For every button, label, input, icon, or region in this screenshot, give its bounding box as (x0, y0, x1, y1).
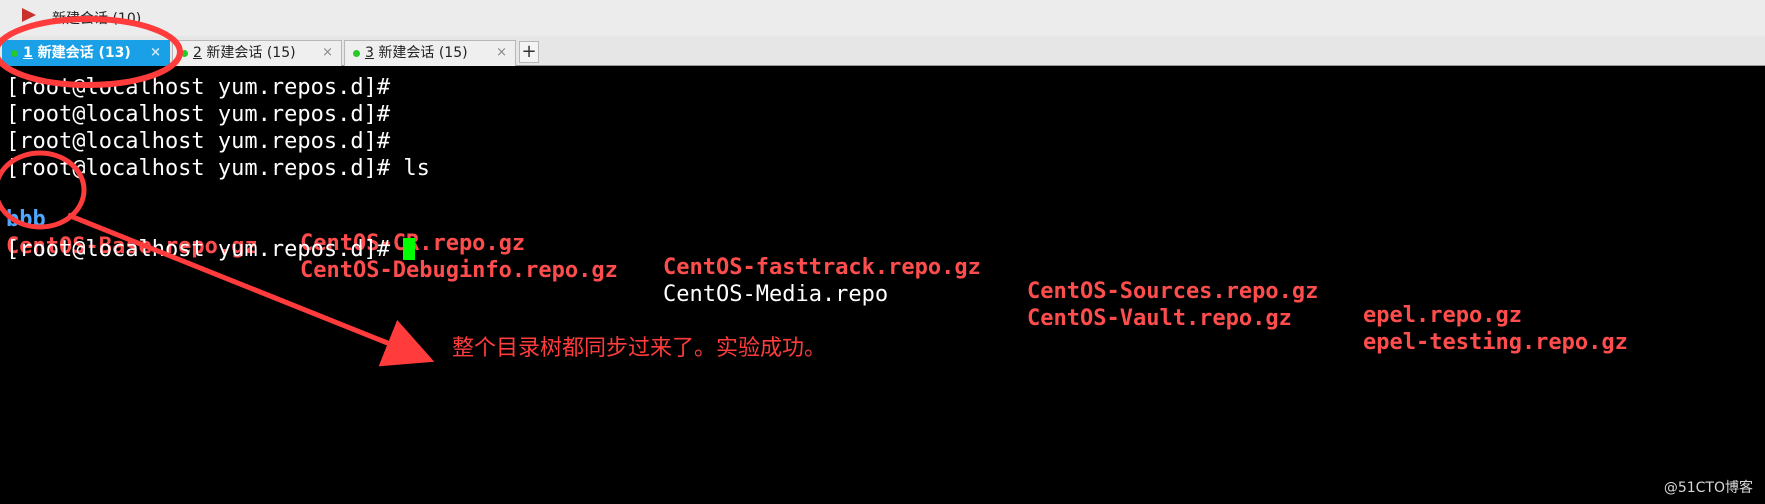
terminal-output[interactable]: [root@localhost yum.repos.d]# [root@loca… (0, 66, 1765, 504)
connected-status-icon (181, 50, 188, 57)
title-bar: 新建会话 (10) (0, 0, 1765, 36)
watermark: @51CTO博客 (1663, 480, 1753, 496)
file-entry: epel-testing.repo.gz (1363, 330, 1628, 355)
new-tab-button[interactable]: + (519, 41, 539, 63)
tab-label: 3 新建会话 (15) (365, 45, 468, 61)
connected-status-icon (11, 50, 18, 57)
terminal-cursor (403, 238, 416, 260)
window-title: 新建会话 (10) (52, 11, 142, 27)
close-icon[interactable]: × (150, 41, 161, 65)
terminal-line: [root@localhost yum.repos.d]# ls (6, 156, 430, 181)
tab-label: 1 新建会话 (13) (23, 45, 131, 61)
app-icon (22, 8, 36, 22)
terminal-line: [root@localhost yum.repos.d]# (6, 129, 391, 154)
tab-label: 2 新建会话 (15) (193, 45, 296, 61)
terminal-line: [root@localhost yum.repos.d]# (6, 75, 391, 100)
terminal-line: [root@localhost yum.repos.d]# (6, 102, 391, 127)
file-entry: CentOS-Vault.repo.gz (1027, 306, 1292, 331)
file-entry: CentOS-Debuginfo.repo.gz (300, 258, 618, 283)
file-entry: CentOS-Sources.repo.gz (1027, 279, 1319, 304)
file-entry: epel.repo.gz (1363, 303, 1522, 328)
tab-bar: 1 新建会话 (13) × 2 新建会话 (15) × 3 新建会话 (15) … (0, 36, 1765, 66)
close-icon[interactable]: × (322, 41, 333, 65)
connected-status-icon (353, 50, 360, 57)
annotation-caption: 整个目录树都同步过来了。实验成功。 (452, 336, 827, 361)
file-entry: CentOS-Media.repo (663, 282, 889, 307)
file-entry: CentOS-fasttrack.repo.gz (663, 255, 981, 280)
tab-session-1[interactable]: 1 新建会话 (13) × (2, 40, 170, 66)
tab-session-3[interactable]: 3 新建会话 (15) × (344, 40, 516, 66)
tab-session-2[interactable]: 2 新建会话 (15) × (172, 40, 342, 66)
terminal-line: [root@localhost yum.repos.d]# (6, 238, 416, 262)
close-icon[interactable]: × (496, 41, 507, 65)
